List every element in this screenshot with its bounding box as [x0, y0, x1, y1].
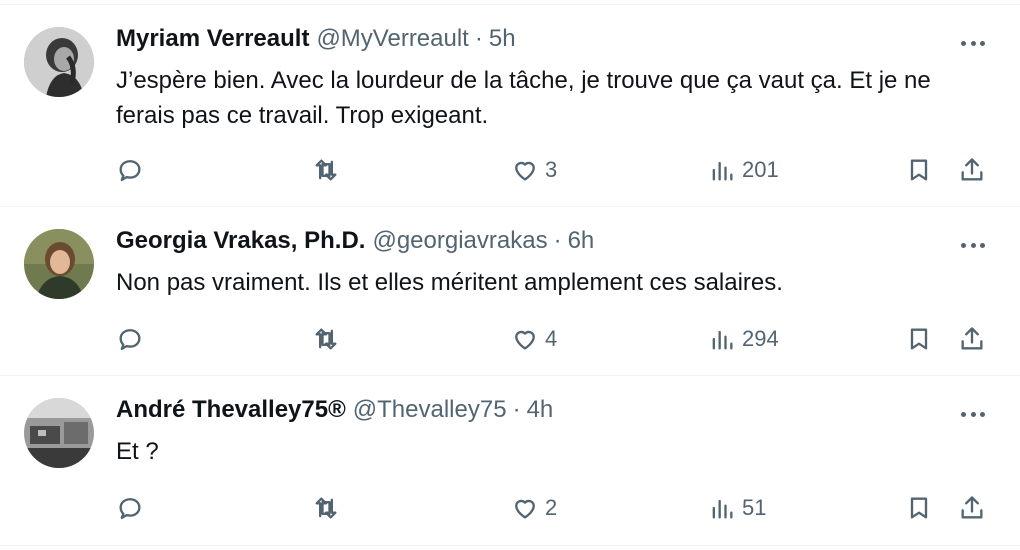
views-button[interactable]: 201 — [708, 150, 779, 190]
action-bar: 4 294 — [0, 319, 1020, 359]
separator: · — [512, 396, 521, 423]
more-icon[interactable] — [958, 33, 988, 53]
bookmark-icon — [910, 159, 928, 181]
author-name[interactable]: Myriam Verreault — [116, 25, 309, 53]
author-handle[interactable]: @georgiavrakas — [372, 227, 547, 255]
tweet-text: Et ? — [116, 438, 159, 465]
tweet-header: Georgia Vrakas, Ph.D. @georgiavrakas · 6… — [116, 227, 594, 257]
views-button[interactable]: 294 — [708, 319, 779, 359]
bookmark-button[interactable] — [905, 150, 933, 190]
author-handle[interactable]: @Thevalley75 — [353, 396, 507, 424]
like-icon — [515, 499, 535, 519]
tweet[interactable]: Georgia Vrakas, Ph.D. @georgiavrakas · 6… — [0, 207, 1020, 376]
like-button[interactable]: 3 — [511, 150, 557, 190]
avatar[interactable] — [24, 27, 94, 97]
tweet[interactable]: Myriam Verreault @MyVerreault · 5h J’esp… — [0, 5, 1020, 207]
share-button[interactable] — [958, 150, 986, 190]
author-name[interactable]: André Thevalley75® — [116, 396, 346, 424]
more-icon[interactable] — [958, 404, 988, 424]
views-button[interactable]: 51 — [708, 488, 766, 528]
reply-icon — [119, 329, 141, 351]
view-count: 51 — [742, 495, 767, 520]
share-button[interactable] — [958, 319, 986, 359]
bookmark-icon — [910, 328, 928, 350]
action-bar: 3 201 — [0, 150, 1020, 190]
avatar[interactable] — [24, 398, 94, 468]
reply-thread: Myriam Verreault @MyVerreault · 5h J’esp… — [0, 0, 1020, 550]
share-icon — [961, 327, 983, 350]
like-count: 2 — [545, 495, 558, 520]
reply-icon — [119, 160, 141, 182]
separator: · — [474, 25, 483, 52]
like-button[interactable]: 4 — [511, 319, 557, 359]
timestamp[interactable]: 6h — [568, 227, 595, 255]
like-icon — [515, 161, 535, 181]
more-icon[interactable] — [958, 235, 988, 255]
tweet-header: Myriam Verreault @MyVerreault · 5h — [116, 25, 516, 55]
like-count: 3 — [545, 157, 558, 182]
reply-button[interactable] — [116, 150, 144, 190]
retweet-button[interactable] — [312, 488, 340, 528]
retweet-icon — [315, 328, 337, 350]
retweet-icon — [315, 159, 337, 181]
reply-button[interactable] — [116, 488, 144, 528]
bookmark-button[interactable] — [905, 488, 933, 528]
author-name[interactable]: Georgia Vrakas, Ph.D. — [116, 227, 365, 255]
reply-button[interactable] — [116, 319, 144, 359]
action-bar: 2 51 — [0, 488, 1020, 528]
retweet-button[interactable] — [312, 150, 340, 190]
separator: · — [553, 227, 562, 254]
avatar[interactable] — [24, 229, 94, 299]
timestamp[interactable]: 4h — [527, 396, 554, 424]
view-count: 294 — [742, 326, 779, 351]
timestamp[interactable]: 5h — [489, 25, 516, 53]
views-icon — [712, 330, 733, 350]
like-count: 4 — [545, 326, 558, 351]
share-button[interactable] — [958, 488, 986, 528]
share-icon — [961, 496, 983, 519]
bookmark-icon — [910, 497, 928, 519]
like-icon — [515, 330, 535, 350]
views-icon — [712, 499, 733, 519]
tweet-header: André Thevalley75® @Thevalley75 · 4h — [116, 396, 553, 426]
tweet-text: J’espère bien. Avec la lourdeur de la tâ… — [116, 67, 931, 129]
share-icon — [961, 158, 983, 181]
views-icon — [712, 161, 733, 181]
retweet-button[interactable] — [312, 319, 340, 359]
author-handle[interactable]: @MyVerreault — [316, 25, 468, 53]
view-count: 201 — [742, 157, 779, 182]
like-button[interactable]: 2 — [511, 488, 557, 528]
bookmark-button[interactable] — [905, 319, 933, 359]
tweet[interactable]: André Thevalley75® @Thevalley75 · 4h Et … — [0, 376, 1020, 546]
tweet-text: Non pas vraiment. Ils et elles méritent … — [116, 269, 783, 296]
retweet-icon — [315, 497, 337, 519]
reply-icon — [119, 498, 141, 520]
